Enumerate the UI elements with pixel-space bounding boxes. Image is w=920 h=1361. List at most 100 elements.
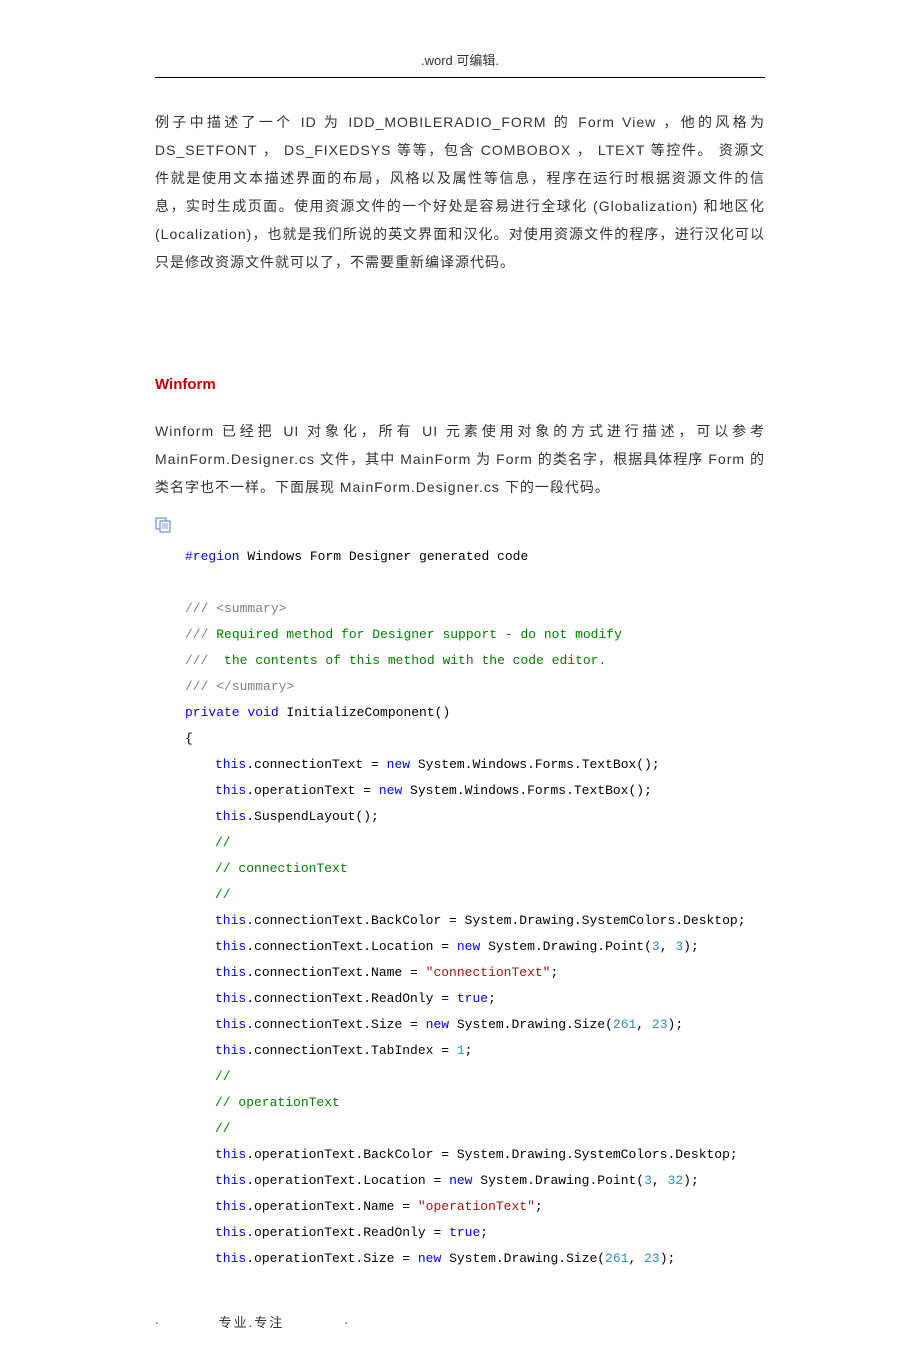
code-num: 3 bbox=[675, 939, 683, 954]
code-kw: new bbox=[379, 783, 402, 798]
code-block: #region Windows Form Designer generated … bbox=[155, 544, 765, 1272]
code-text: ); bbox=[683, 939, 699, 954]
code-line: this.connectionText.TabIndex = 1; bbox=[185, 1038, 765, 1064]
code-line: this.operationText.Location = new System… bbox=[185, 1168, 765, 1194]
code-line bbox=[185, 570, 765, 596]
code-line: this.connectionText.Size = new System.Dr… bbox=[185, 1012, 765, 1038]
code-line: private void InitializeComponent() bbox=[185, 700, 765, 726]
code-string: "connectionText" bbox=[426, 965, 551, 980]
code-comment: // bbox=[185, 882, 765, 908]
code-text: .SuspendLayout(); bbox=[246, 809, 379, 824]
code-comment: /// bbox=[185, 653, 216, 668]
code-comment: // operationText bbox=[185, 1090, 765, 1116]
footer-dot: . bbox=[155, 1312, 159, 1331]
code-text: .connectionText = bbox=[246, 757, 386, 772]
code-kw: this bbox=[215, 1043, 246, 1058]
code-line: this.connectionText = new System.Windows… bbox=[185, 752, 765, 778]
code-num: 23 bbox=[644, 1251, 660, 1266]
code-kw: #region bbox=[185, 549, 240, 564]
code-line: this.operationText.Name = "operationText… bbox=[185, 1194, 765, 1220]
heading-winform: Winform bbox=[155, 376, 765, 393]
code-text: ; bbox=[535, 1199, 543, 1214]
code-text: System.Windows.Forms.TextBox(); bbox=[402, 783, 652, 798]
code-line: this.operationText.BackColor = System.Dr… bbox=[185, 1142, 765, 1168]
code-text: , bbox=[652, 1173, 668, 1188]
code-line: /// Required method for Designer support… bbox=[185, 622, 765, 648]
code-line: this.SuspendLayout(); bbox=[185, 804, 765, 830]
code-text: ); bbox=[660, 1251, 676, 1266]
code-num: 3 bbox=[652, 939, 660, 954]
code-text: ); bbox=[683, 1173, 699, 1188]
code-kw: this bbox=[215, 809, 246, 824]
code-text: System.Drawing.Point( bbox=[480, 939, 652, 954]
code-comment: /// <summary> bbox=[185, 596, 765, 622]
code-kw: this bbox=[215, 1199, 246, 1214]
code-text: ; bbox=[480, 1225, 488, 1240]
code-num: 23 bbox=[652, 1017, 668, 1032]
code-num: 32 bbox=[668, 1173, 684, 1188]
code-line: { bbox=[185, 726, 765, 752]
paragraph-intro: 例子中描述了一个 ID 为 IDD_MOBILERADIO_FORM 的 For… bbox=[155, 108, 765, 276]
code-text: System.Windows.Forms.TextBox(); bbox=[410, 757, 660, 772]
code-text: .connectionText.Size = bbox=[246, 1017, 425, 1032]
code-text: .connectionText.BackColor = System.Drawi… bbox=[246, 913, 745, 928]
code-kw: this bbox=[215, 1251, 246, 1266]
paragraph-winform: Winform 已经把 UI 对象化，所有 UI 元素使用对象的方式进行描述，可… bbox=[155, 417, 765, 501]
code-text: .operationText.Location = bbox=[246, 1173, 449, 1188]
code-comment: // connectionText bbox=[185, 856, 765, 882]
code-text: .connectionText.Location = bbox=[246, 939, 457, 954]
code-text: .operationText.Size = bbox=[246, 1251, 418, 1266]
code-line: this.operationText.Size = new System.Dra… bbox=[185, 1246, 765, 1272]
code-kw: this bbox=[215, 965, 246, 980]
code-text: .connectionText.Name = bbox=[246, 965, 425, 980]
code-text: , bbox=[636, 1017, 652, 1032]
code-kw: private bbox=[185, 705, 240, 720]
code-kw: new bbox=[387, 757, 410, 772]
code-kw: this bbox=[215, 939, 246, 954]
code-comment: /// </summary> bbox=[185, 674, 765, 700]
footer-dot: . bbox=[344, 1312, 348, 1331]
code-text: System.Drawing.Size( bbox=[441, 1251, 605, 1266]
code-line: this.operationText = new System.Windows.… bbox=[185, 778, 765, 804]
code-kw: new bbox=[426, 1017, 449, 1032]
code-line: /// the contents of this method with the… bbox=[185, 648, 765, 674]
code-num: 3 bbox=[644, 1173, 652, 1188]
page-content: 例子中描述了一个 ID 为 IDD_MOBILERADIO_FORM 的 For… bbox=[0, 108, 920, 1272]
code-line: this.connectionText.BackColor = System.D… bbox=[185, 908, 765, 934]
code-text: .operationText = bbox=[246, 783, 379, 798]
code-kw: new bbox=[457, 939, 480, 954]
code-kw: this bbox=[215, 991, 246, 1006]
page-header: ​.word 可编辑. bbox=[155, 50, 765, 78]
code-text: , bbox=[660, 939, 676, 954]
code-text: ; bbox=[488, 991, 496, 1006]
code-string: "operationText" bbox=[418, 1199, 535, 1214]
code-kw: true bbox=[449, 1225, 480, 1240]
page-footer: . 专业.专注 . bbox=[0, 1312, 920, 1331]
code-comment: // bbox=[185, 1064, 765, 1090]
code-comment: /// bbox=[185, 627, 216, 642]
code-kw: true bbox=[457, 991, 488, 1006]
code-text: Windows Form Designer generated code bbox=[240, 549, 529, 564]
code-kw: this bbox=[215, 757, 246, 772]
code-text: .operationText.BackColor = System.Drawin… bbox=[246, 1147, 737, 1162]
code-kw: this bbox=[215, 1225, 246, 1240]
code-text: .connectionText.TabIndex = bbox=[246, 1043, 457, 1058]
footer-text: 专业.专注 bbox=[219, 1312, 285, 1331]
code-kw: this bbox=[215, 1017, 246, 1032]
code-kw: this bbox=[215, 783, 246, 798]
code-comment: // bbox=[185, 830, 765, 856]
code-num: 261 bbox=[605, 1251, 628, 1266]
code-comment: Required method for Designer support - d… bbox=[216, 627, 622, 642]
code-kw: new bbox=[418, 1251, 441, 1266]
code-text: InitializeComponent() bbox=[279, 705, 451, 720]
code-kw: this bbox=[215, 1147, 246, 1162]
code-line: this.connectionText.Name = "connectionTe… bbox=[185, 960, 765, 986]
code-num: 1 bbox=[457, 1043, 465, 1058]
code-text: System.Drawing.Point( bbox=[472, 1173, 644, 1188]
code-text: ; bbox=[550, 965, 558, 980]
code-line: this.connectionText.Location = new Syste… bbox=[185, 934, 765, 960]
header-text: ​.word 可编辑. bbox=[421, 53, 499, 68]
copy-icon bbox=[155, 517, 173, 533]
code-text: .connectionText.ReadOnly = bbox=[246, 991, 457, 1006]
code-text: System.Drawing.Size( bbox=[449, 1017, 613, 1032]
